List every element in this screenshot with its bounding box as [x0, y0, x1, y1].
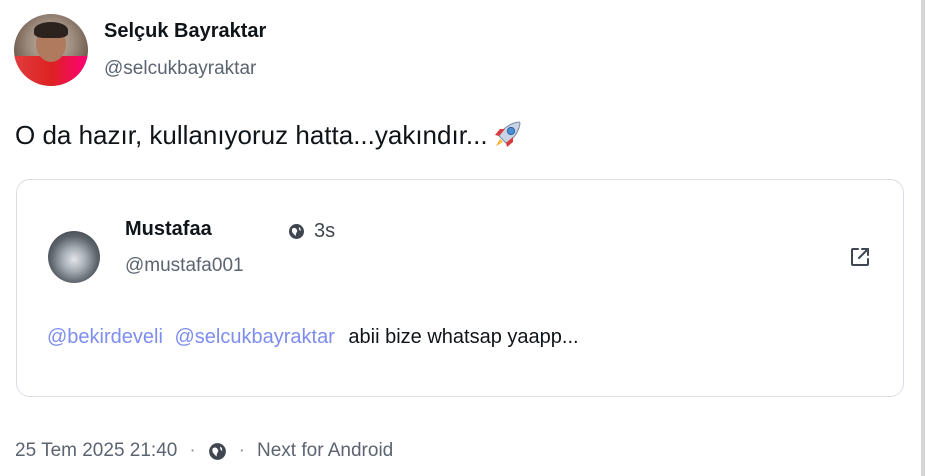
post-timestamp[interactable]: 25 Tem 2025 21:40: [15, 440, 177, 462]
quoted-post-text: @bekirdeveli @selcukbayraktar abii bize …: [47, 326, 579, 349]
quoted-post-time: 3s: [288, 220, 335, 243]
quoted-author-name[interactable]: Mustafaa: [125, 218, 212, 241]
separator: ·: [238, 440, 245, 461]
quoted-post-time-label: 3s: [314, 220, 336, 242]
post-footer: 25 Tem 2025 21:40 · · Next for Android: [15, 440, 393, 462]
author-handle[interactable]: @selcukbayraktar: [104, 58, 256, 80]
mention-link[interactable]: @selcukbayraktar: [174, 326, 334, 348]
author-avatar[interactable]: [14, 14, 88, 86]
separator: ·: [189, 440, 196, 461]
quoted-author-avatar[interactable]: [48, 231, 100, 283]
globe-icon: [289, 224, 304, 239]
post-text: O da hazır, kullanıyoruz hatta...yakındı…: [15, 118, 524, 152]
open-external-icon[interactable]: [849, 246, 871, 268]
globe-icon: [208, 442, 226, 460]
rocket-emoji-icon: [494, 121, 521, 147]
avatar-hair: [34, 22, 68, 38]
post-client[interactable]: Next for Android: [257, 440, 393, 462]
quoted-post-card[interactable]: Mustafaa 3s @mustafa001 @bekirdeveli @se…: [16, 179, 904, 397]
author-name[interactable]: Selçuk Bayraktar: [104, 20, 266, 43]
quoted-author-handle[interactable]: @mustafa001: [125, 255, 244, 277]
window-edge: [921, 0, 925, 476]
post-text-content: O da hazır, kullanıyoruz hatta...yakındı…: [15, 119, 488, 150]
quoted-post-body: abii bize whatsap yaapp...: [348, 326, 579, 348]
mention-link[interactable]: @bekirdeveli: [47, 326, 163, 348]
